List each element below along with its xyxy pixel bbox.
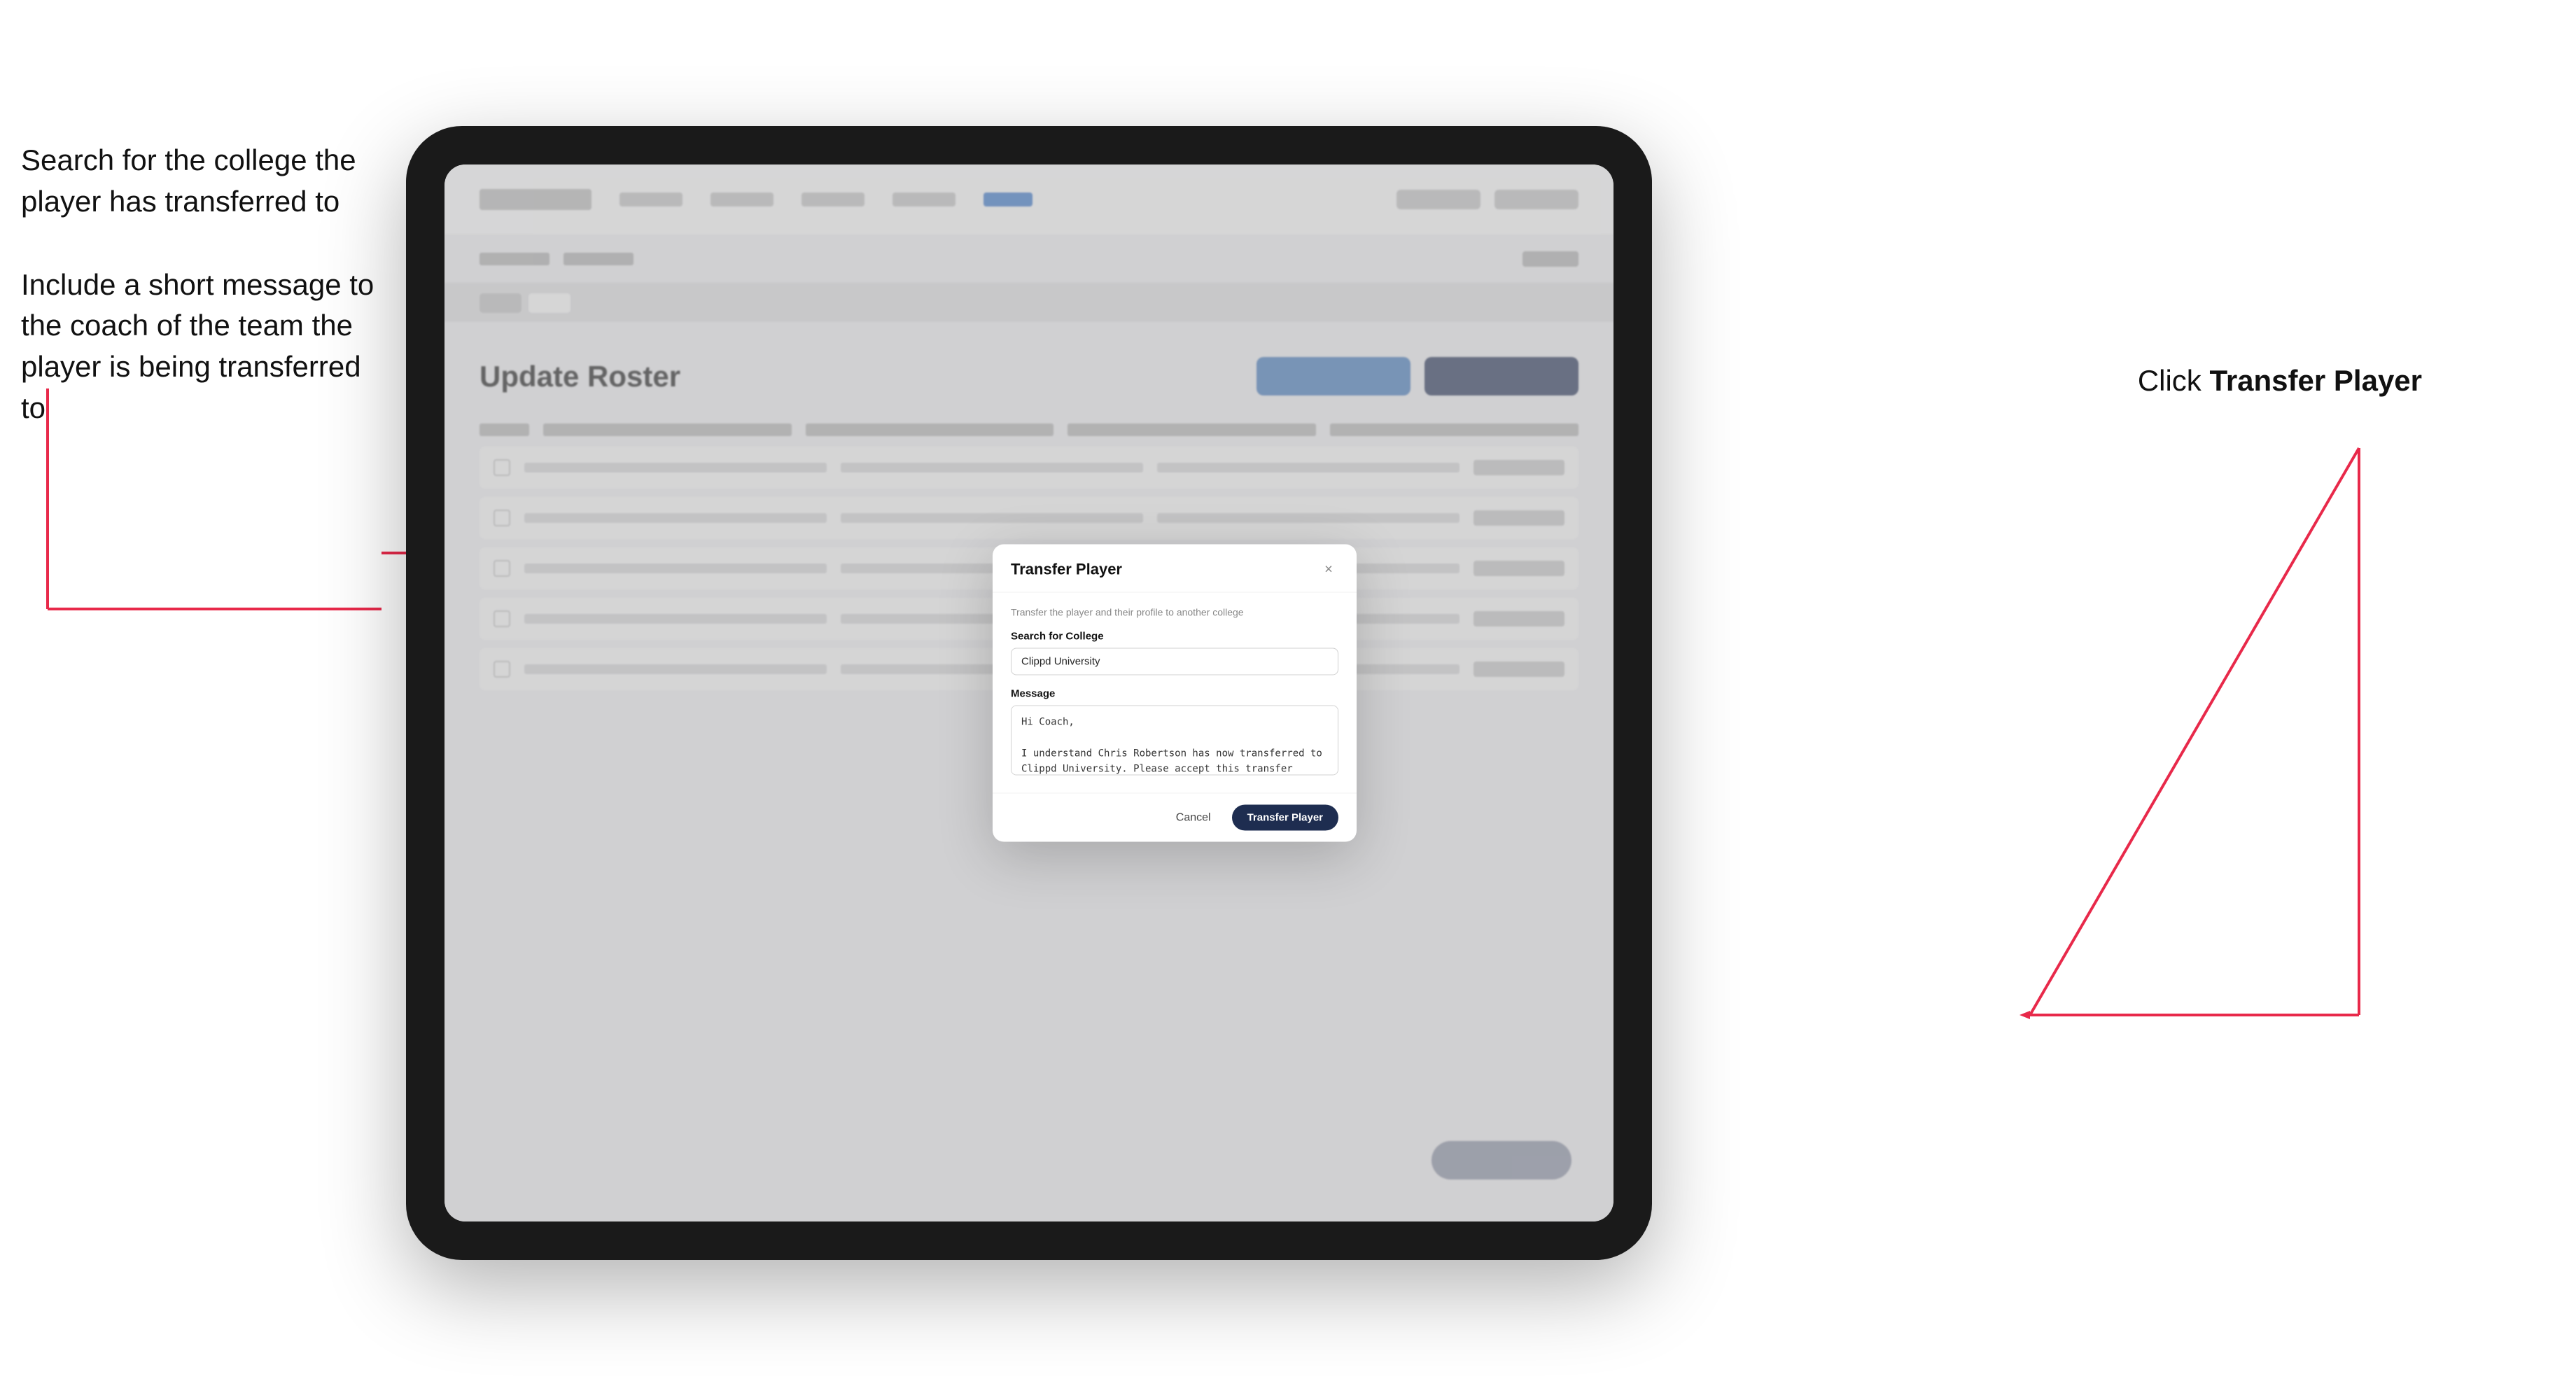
search-college-label: Search for College <box>1011 631 1338 643</box>
modal-title: Transfer Player <box>1011 561 1122 579</box>
annotation-left-top: Search for the college the player has tr… <box>21 140 385 223</box>
message-label: Message <box>1011 688 1338 700</box>
tablet-screen: Update Roster <box>444 164 1614 1222</box>
modal-close-button[interactable]: × <box>1319 560 1338 580</box>
tablet-frame: Update Roster <box>406 126 1652 1260</box>
modal-subtitle: Transfer the player and their profile to… <box>1011 607 1338 618</box>
annotation-left-bottom: Include a short message to the coach of … <box>21 265 385 429</box>
annotation-right: Click Transfer Player <box>2138 364 2422 398</box>
annotation-right-text: Click <box>2138 364 2210 397</box>
modal-body: Transfer the player and their profile to… <box>993 593 1357 793</box>
annotation-left: Search for the college the player has tr… <box>21 140 385 471</box>
annotation-right-bold: Transfer Player <box>2209 364 2422 397</box>
modal-header: Transfer Player × <box>993 545 1357 593</box>
modal-footer: Cancel Transfer Player <box>993 793 1357 842</box>
message-textarea[interactable] <box>1011 706 1338 776</box>
cancel-button[interactable]: Cancel <box>1166 806 1221 830</box>
search-college-input[interactable] <box>1011 648 1338 676</box>
modal-overlay: Transfer Player × Transfer the player an… <box>444 164 1614 1222</box>
transfer-player-button[interactable]: Transfer Player <box>1232 805 1338 831</box>
transfer-player-modal: Transfer Player × Transfer the player an… <box>993 545 1357 842</box>
